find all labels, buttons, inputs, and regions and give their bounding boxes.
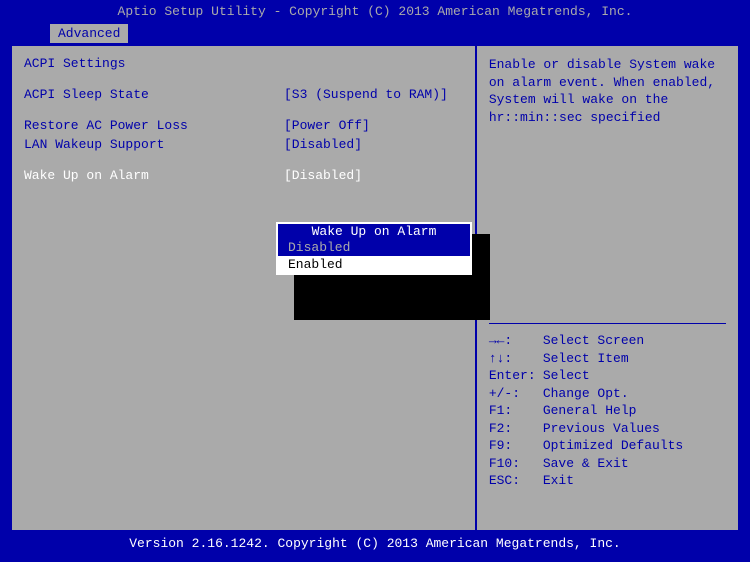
popup-option-enabled[interactable]: Enabled — [278, 256, 470, 273]
setting-lan-wakeup[interactable]: LAN Wakeup Support [Disabled] — [24, 137, 463, 152]
key-f10-sym: F10: — [489, 455, 543, 473]
key-enter: Select — [543, 367, 590, 385]
divider — [489, 323, 726, 324]
help-panel: Enable or disable System wake on alarm e… — [477, 44, 740, 532]
help-text: Enable or disable System wake on alarm e… — [489, 56, 726, 126]
popup-option-disabled[interactable]: Disabled — [278, 239, 470, 256]
key-select-item-sym: ↑↓: — [489, 350, 543, 368]
setting-label: ACPI Sleep State — [24, 87, 284, 102]
setting-label: LAN Wakeup Support — [24, 137, 284, 152]
section-title: ACPI Settings — [24, 56, 463, 71]
setting-acpi-sleep-state[interactable]: ACPI Sleep State [S3 (Suspend to RAM)] — [24, 87, 463, 102]
setting-restore-ac[interactable]: Restore AC Power Loss [Power Off] — [24, 118, 463, 133]
popup-title: Wake Up on Alarm — [308, 224, 441, 239]
key-select-item: Select Item — [543, 350, 629, 368]
setting-label: Restore AC Power Loss — [24, 118, 284, 133]
setting-value: [Power Off] — [284, 118, 370, 133]
key-enter-sym: Enter: — [489, 367, 543, 385]
main-area: ACPI Settings ACPI Sleep State [S3 (Susp… — [0, 44, 750, 532]
tab-row: Advanced — [0, 24, 750, 44]
key-esc-sym: ESC: — [489, 472, 543, 490]
tab-advanced[interactable]: Advanced — [50, 24, 128, 43]
key-esc: Exit — [543, 472, 574, 490]
title-bar: Aptio Setup Utility - Copyright (C) 2013… — [0, 0, 750, 24]
setting-wake-alarm[interactable]: Wake Up on Alarm [Disabled] — [24, 168, 463, 183]
setting-value: [S3 (Suspend to RAM)] — [284, 87, 448, 102]
key-select-screen: Select Screen — [543, 332, 644, 350]
key-f1-sym: F1: — [489, 402, 543, 420]
key-f2: Previous Values — [543, 420, 660, 438]
key-change-sym: +/-: — [489, 385, 543, 403]
key-f9: Optimized Defaults — [543, 437, 683, 455]
key-change: Change Opt. — [543, 385, 629, 403]
settings-panel: ACPI Settings ACPI Sleep State [S3 (Susp… — [10, 44, 477, 532]
setting-value: [Disabled] — [284, 137, 362, 152]
key-select-screen-sym: →←: — [489, 332, 543, 350]
key-f9-sym: F9: — [489, 437, 543, 455]
key-f10: Save & Exit — [543, 455, 629, 473]
popup-wake-alarm: Wake Up on Alarm Disabled Enabled — [276, 222, 472, 275]
key-hints: →←:Select Screen ↑↓:Select Item Enter:Se… — [489, 315, 726, 520]
key-f1: General Help — [543, 402, 637, 420]
key-f2-sym: F2: — [489, 420, 543, 438]
setting-label: Wake Up on Alarm — [24, 168, 284, 183]
setting-value: [Disabled] — [284, 168, 362, 183]
footer-bar: Version 2.16.1242. Copyright (C) 2013 Am… — [0, 532, 750, 556]
